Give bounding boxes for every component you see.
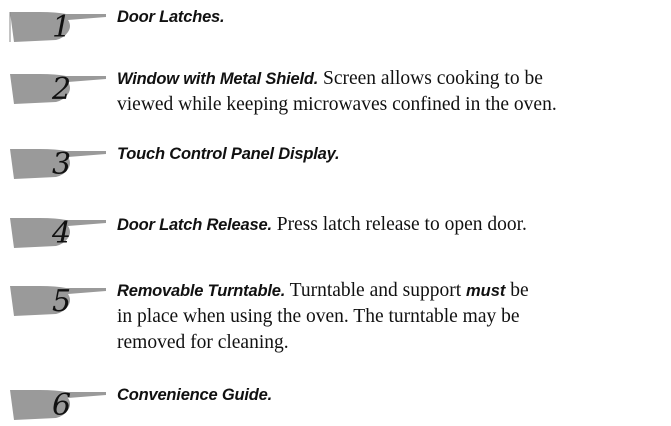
pointing-hand-icon: 3: [6, 141, 108, 185]
item-title: Touch Control Panel Display.: [117, 145, 340, 163]
description-line: Screen allows cooking to be: [318, 68, 543, 89]
item-number: 5: [52, 284, 72, 319]
description-line: Press latch release to open door.: [271, 214, 527, 235]
description-line: be: [505, 280, 529, 301]
item-description: Door Latch Release. Press latch release …: [117, 212, 667, 238]
pointing-hand-icon: 5: [6, 278, 108, 322]
item-title: Convenience Guide.: [117, 386, 273, 404]
pointing-hand-icon: 6: [6, 382, 108, 426]
item-number: 3: [52, 147, 72, 182]
item-title: Door Latch Release.: [117, 216, 272, 234]
pointing-hand-icon: 2: [6, 66, 108, 110]
pointing-hand-icon: 1: [6, 4, 108, 48]
item-title: Window with Metal Shield.: [117, 70, 319, 88]
emphasis-word: must: [466, 282, 506, 300]
item-title: Removable Turntable.: [117, 282, 286, 300]
description-line: viewed while keeping microwaves confined…: [117, 94, 557, 115]
item-number: 1: [52, 10, 72, 45]
item-description: Window with Metal Shield. Screen allows …: [117, 66, 667, 118]
pointing-hand-icon: 4: [6, 210, 108, 254]
description-line: Turntable and support: [285, 280, 466, 301]
item-number: 4: [52, 216, 72, 251]
item-title: Door Latches.: [117, 8, 225, 26]
description-line: removed for cleaning.: [117, 332, 289, 353]
item-number: 6: [52, 388, 72, 423]
item-description: Removable Turntable. Turntable and suppo…: [117, 278, 667, 356]
item-number: 2: [52, 72, 72, 107]
description-line: in place when using the oven. The turnta…: [117, 306, 520, 327]
